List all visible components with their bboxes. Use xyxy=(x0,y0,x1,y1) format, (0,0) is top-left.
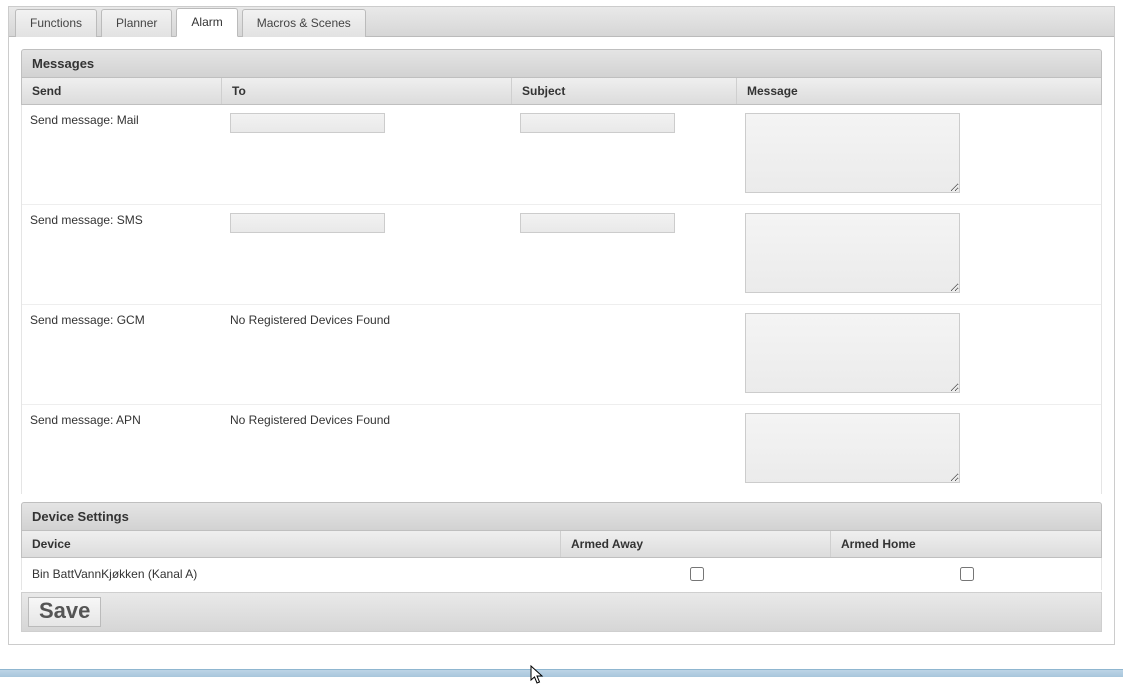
device-settings-body: Bin BattVannKjøkken (Kanal A) xyxy=(21,558,1102,590)
gcm-message-textarea[interactable] xyxy=(745,313,960,393)
message-row-gcm: Send message: GCM No Registered Devices … xyxy=(22,305,1101,405)
save-bar: Save xyxy=(21,592,1102,632)
apn-no-devices: No Registered Devices Found xyxy=(222,411,737,488)
device-settings-section-header: Device Settings xyxy=(21,502,1102,531)
sms-to-input[interactable] xyxy=(230,213,385,233)
gcm-no-devices: No Registered Devices Found xyxy=(222,311,737,398)
messages-section-header: Messages xyxy=(21,49,1102,78)
tab-strip: Functions Planner Alarm Macros & Scenes xyxy=(9,7,1114,37)
save-button[interactable]: Save xyxy=(28,597,101,627)
header-device: Device xyxy=(22,531,561,557)
header-message: Message xyxy=(737,78,1101,104)
device-row: Bin BattVannKjøkken (Kanal A) xyxy=(22,558,1101,590)
mail-to-input[interactable] xyxy=(230,113,385,133)
tab-macros-scenes[interactable]: Macros & Scenes xyxy=(242,9,366,37)
message-row-mail: Send message: Mail xyxy=(22,105,1101,205)
messages-body: Send message: Mail Send message: SMS Sen… xyxy=(21,105,1102,494)
device-name: Bin BattVannKjøkken (Kanal A) xyxy=(22,565,561,583)
tab-planner[interactable]: Planner xyxy=(101,9,172,37)
header-subject: Subject xyxy=(512,78,737,104)
gcm-label: Send message: GCM xyxy=(22,311,222,398)
device-settings-grid-header: Device Armed Away Armed Home xyxy=(21,531,1102,558)
tab-alarm[interactable]: Alarm xyxy=(176,8,237,37)
armed-home-checkbox[interactable] xyxy=(960,567,974,581)
armed-away-checkbox[interactable] xyxy=(690,567,704,581)
sms-message-textarea[interactable] xyxy=(745,213,960,293)
message-row-sms: Send message: SMS xyxy=(22,205,1101,305)
apn-message-textarea[interactable] xyxy=(745,413,960,483)
header-armed-away: Armed Away xyxy=(561,531,831,557)
apn-label: Send message: APN xyxy=(22,411,222,488)
footer-bar xyxy=(0,669,1123,677)
sms-subject-input[interactable] xyxy=(520,213,675,233)
header-send: Send xyxy=(22,78,222,104)
mail-label: Send message: Mail xyxy=(22,111,222,198)
sms-label: Send message: SMS xyxy=(22,211,222,298)
tab-functions[interactable]: Functions xyxy=(15,9,97,37)
header-armed-home: Armed Home xyxy=(831,531,1101,557)
mail-message-textarea[interactable] xyxy=(745,113,960,193)
message-row-apn: Send message: APN No Registered Devices … xyxy=(22,405,1101,494)
header-to: To xyxy=(222,78,512,104)
mail-subject-input[interactable] xyxy=(520,113,675,133)
alarm-content: Messages Send To Subject Message Send me… xyxy=(9,37,1114,644)
messages-grid-header: Send To Subject Message xyxy=(21,78,1102,105)
